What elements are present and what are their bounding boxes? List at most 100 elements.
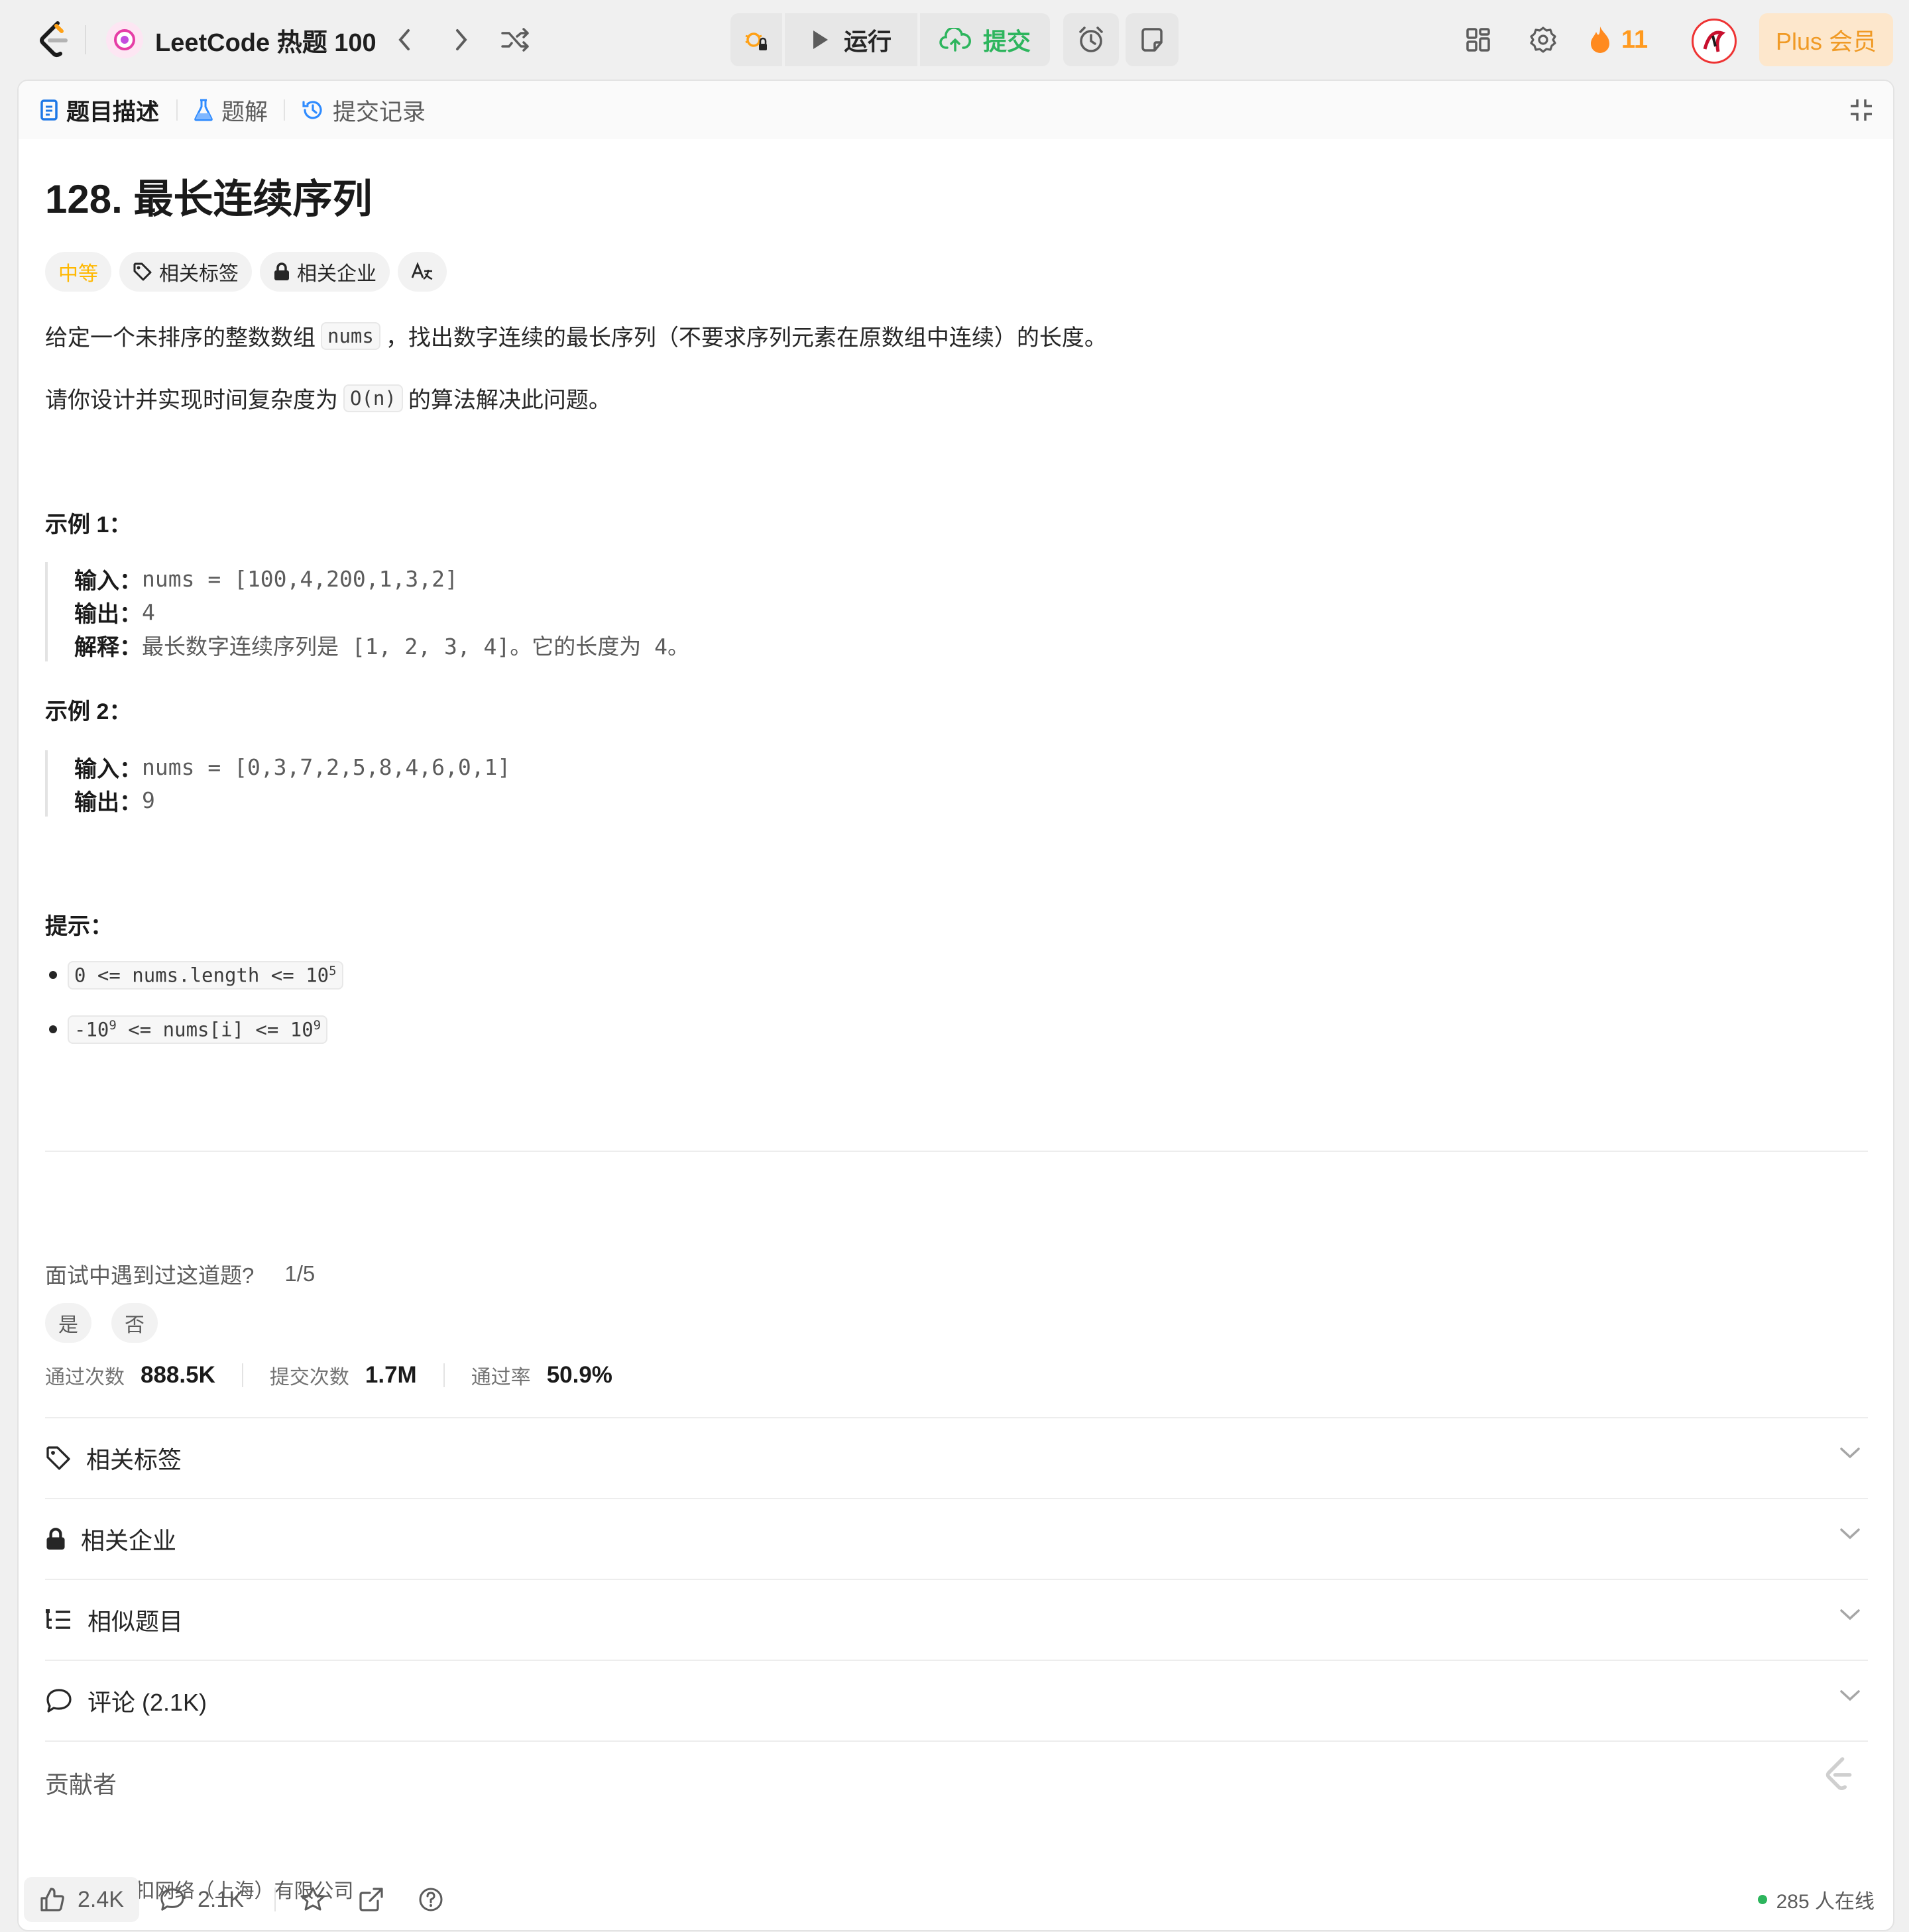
constraint-text: 0 <= nums.length <= 10: [74, 964, 329, 987]
study-plan-icon[interactable]: [106, 21, 143, 58]
debug-button[interactable]: [730, 13, 782, 66]
example-output: 9: [142, 787, 155, 813]
accordion-related-tags[interactable]: 相关标签: [45, 1418, 1868, 1498]
thumbs-up-icon: [40, 1888, 64, 1911]
inline-code: O(n): [343, 384, 403, 412]
plus-membership-button[interactable]: Plus 会员: [1759, 13, 1893, 66]
example-explanation: 最长数字连续序列是 [1, 2, 3, 4]。它的长度为 4。: [142, 634, 690, 659]
submissions-value: 1.7M: [365, 1362, 417, 1388]
debug-locked-icon: [745, 32, 767, 50]
tag-icon: [46, 1446, 70, 1470]
accordion-similar-problems[interactable]: 相似题目: [45, 1580, 1868, 1660]
comment-icon: [160, 1888, 184, 1911]
tab-submissions[interactable]: 提交记录: [301, 81, 426, 139]
tab-submissions-label: 提交记录: [333, 99, 426, 125]
accordion-comments[interactable]: 评论 (2.1K): [45, 1661, 1868, 1740]
companies-badge[interactable]: 相关企业: [260, 252, 390, 292]
online-status-dot: [1757, 1895, 1767, 1904]
accepted-value: 888.5K: [141, 1362, 215, 1388]
constraint-code: 0 <= nums.length <= 105: [68, 961, 343, 990]
next-problem-icon[interactable]: [443, 21, 480, 58]
description-text: ，找出数字连续的最长序列（不要求序列元素在原数组中连续）的长度。: [385, 325, 1107, 351]
example-1-block: 输入： nums = [100,4,200,1,3,2] 输出： 4 解释： 最长数字…: [45, 562, 689, 661]
leetcode-watermark-icon: [1824, 1756, 1855, 1795]
accordion-label: 相似题目: [87, 1608, 184, 1635]
flask-icon: [194, 99, 213, 121]
document-icon: [40, 99, 58, 121]
description-text: 给定一个未排序的整数数组: [45, 325, 316, 351]
problem-panel: 题目描述 题解 提交记录 128. 最长连续序列 中等 相关标签 相关企业 给定…: [17, 80, 1894, 1931]
help-icon[interactable]: [415, 1884, 447, 1915]
description-paragraph-1: 给定一个未排序的整数数组 nums ，找出数字连续的最长序列（不要求序列元素在原…: [45, 319, 1107, 352]
interview-question-row: 面试中遇到过这道题? 1/5: [45, 1258, 315, 1290]
lock-icon: [274, 262, 289, 280]
prev-problem-icon[interactable]: [386, 21, 423, 58]
accepted-label: 通过次数: [45, 1367, 125, 1389]
star-icon[interactable]: [297, 1884, 329, 1915]
tab-description[interactable]: 题目描述: [40, 81, 159, 139]
list-tree-icon: [46, 1609, 70, 1629]
contributors-label[interactable]: 贡献者: [45, 1766, 117, 1800]
tags-badge[interactable]: 相关标签: [119, 252, 252, 292]
cloud-upload-icon: [939, 28, 971, 52]
study-plan-title[interactable]: LeetCode 热题 100: [155, 20, 376, 60]
constraint-item: 0 <= nums.length <= 105: [45, 961, 349, 990]
description-paragraph-2: 请你设计并实现时间复杂度为 O(n) 的算法解决此问题。: [45, 382, 611, 414]
description-text: 请你设计并实现时间复杂度为: [45, 388, 338, 413]
problem-stats: 通过次数 888.5K 提交次数 1.7M 通过率 50.9%: [45, 1359, 612, 1392]
input-label: 输入：: [74, 756, 142, 782]
bullet: [49, 1025, 57, 1034]
constraint-text: -10: [74, 1018, 109, 1041]
submissions-label: 提交次数: [269, 1367, 349, 1389]
online-count-label: 285 人在线: [1776, 1891, 1875, 1913]
like-count: 2.4K: [78, 1886, 124, 1912]
note-icon: [1141, 28, 1163, 52]
lock-icon: [46, 1528, 65, 1550]
like-button[interactable]: 2.4K: [24, 1877, 139, 1922]
bullet: [49, 971, 57, 980]
streak-counter[interactable]: 11: [1588, 20, 1648, 60]
settings-gear-icon[interactable]: [1523, 20, 1563, 60]
collapse-panel-icon[interactable]: [1847, 95, 1876, 125]
submit-label: 提交: [982, 28, 1031, 55]
panel-tabs: 题目描述 题解 提交记录: [19, 81, 1893, 139]
bottom-action-bar: 2.4K 2.1K 285 人在线: [19, 1870, 1893, 1929]
tab-solutions[interactable]: 题解: [194, 81, 268, 139]
example-input: nums = [100,4,200,1,3,2]: [142, 565, 458, 592]
tab-divider: [176, 99, 178, 121]
output-label: 输出：: [74, 601, 142, 627]
description-text: 的算法解决此问题。: [408, 388, 611, 413]
example-2-heading: 示例 2：: [45, 699, 132, 724]
run-button[interactable]: 运行: [785, 13, 917, 66]
timer-button[interactable]: [1063, 13, 1119, 66]
explain-label: 解释：: [74, 634, 142, 660]
tag-icon: [133, 262, 152, 281]
accordion-label: 评论 (2.1K): [87, 1689, 207, 1716]
leetcode-logo-icon[interactable]: [33, 19, 76, 61]
constraint-code: -109 <= nums[i] <= 109: [68, 1015, 328, 1044]
submit-button[interactable]: 提交: [920, 13, 1050, 66]
divider: [274, 1888, 276, 1911]
accordion-related-companies[interactable]: 相关企业: [45, 1499, 1868, 1579]
hints-heading: 提示：: [45, 914, 113, 939]
translate-button[interactable]: [398, 252, 447, 292]
example-output: 4: [142, 598, 155, 625]
shuffle-icon[interactable]: [497, 21, 534, 58]
share-icon[interactable]: [355, 1884, 387, 1915]
example-input: nums = [0,3,7,2,5,8,4,6,0,1]: [142, 754, 511, 780]
no-button[interactable]: 否: [111, 1303, 158, 1343]
run-submit-group: 运行 提交: [730, 13, 1050, 66]
tab-divider: [284, 99, 285, 121]
translate-icon: [411, 262, 433, 280]
fire-icon: [1591, 27, 1609, 53]
comment-button[interactable]: 2.1K: [159, 1877, 244, 1922]
acceptance-rate-label: 通过率: [471, 1367, 531, 1389]
notes-button[interactable]: [1126, 13, 1179, 66]
constraint-exponent: 9: [109, 1018, 117, 1033]
divider: [45, 1151, 1868, 1152]
problem-title[interactable]: 128. 最长连续序列: [45, 167, 372, 225]
yes-button[interactable]: 是: [45, 1303, 91, 1343]
divider: [85, 25, 86, 54]
user-avatar[interactable]: [1692, 19, 1737, 64]
layout-grid-icon[interactable]: [1458, 20, 1498, 60]
